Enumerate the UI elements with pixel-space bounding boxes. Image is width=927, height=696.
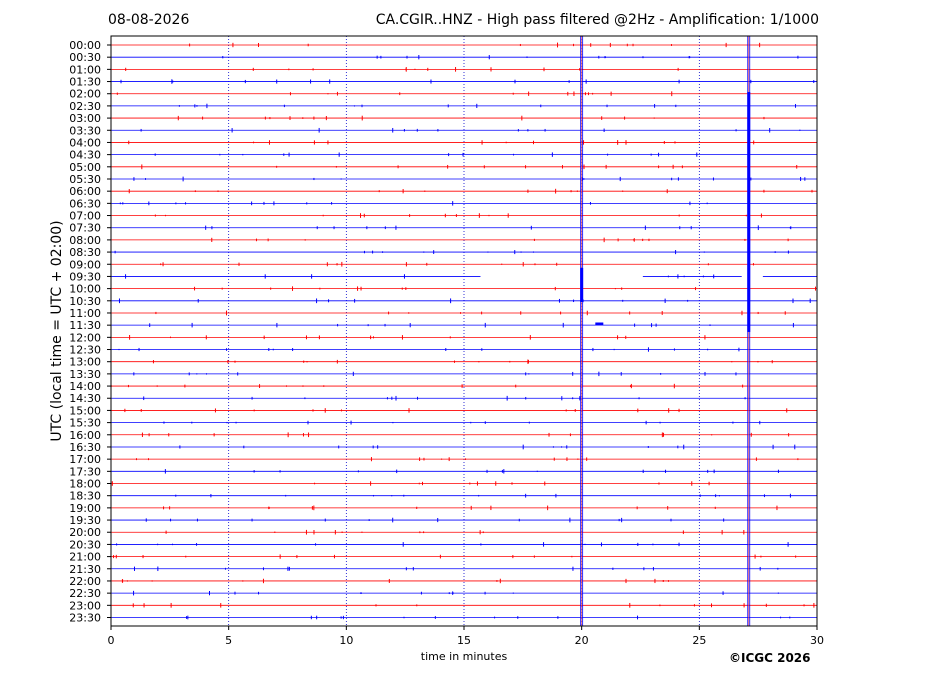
row-label: 07:30 (69, 222, 101, 235)
row-label: 17:30 (69, 465, 101, 478)
row-label: 18:30 (69, 490, 101, 503)
row-label: 11:30 (69, 319, 101, 332)
row-label: 17:00 (69, 453, 101, 466)
row-label: 03:30 (69, 124, 101, 137)
row-label: 09:30 (69, 270, 101, 283)
row-label: 05:00 (69, 161, 101, 174)
row-label: 07:00 (69, 210, 101, 223)
row-label: 04:30 (69, 149, 101, 162)
row-label: 19:30 (69, 514, 101, 527)
row-label: 09:00 (69, 258, 101, 271)
row-label: 16:30 (69, 441, 101, 454)
row-label: 10:00 (69, 283, 101, 296)
row-label: 21:00 (69, 551, 101, 564)
row-label: 22:00 (69, 575, 101, 588)
row-label: 00:30 (69, 51, 101, 64)
row-label: 06:30 (69, 197, 101, 210)
row-label: 02:30 (69, 100, 101, 113)
x-tick-label: 20 (575, 634, 589, 647)
row-label: 01:30 (69, 76, 101, 89)
row-label: 08:30 (69, 246, 101, 259)
x-tick-label: 30 (810, 634, 824, 647)
row-label: 18:00 (69, 478, 101, 491)
x-tick-label: 10 (339, 634, 353, 647)
row-label: 01:00 (69, 63, 101, 76)
x-tick-label: 25 (692, 634, 706, 647)
row-label: 08:00 (69, 234, 101, 247)
row-label: 15:30 (69, 417, 101, 430)
row-label: 20:00 (69, 526, 101, 539)
row-label: 04:00 (69, 136, 101, 149)
row-label: 21:30 (69, 563, 101, 576)
row-label: 15:00 (69, 404, 101, 417)
row-label: 14:30 (69, 392, 101, 405)
row-label: 12:00 (69, 331, 101, 344)
row-label: 00:00 (69, 39, 101, 52)
row-label: 23:30 (69, 612, 101, 625)
row-label: 16:00 (69, 429, 101, 442)
row-label: 02:00 (69, 88, 101, 101)
row-label: 12:30 (69, 344, 101, 357)
row-label: 05:30 (69, 173, 101, 186)
row-label: 06:00 (69, 185, 101, 198)
x-tick-label: 0 (108, 634, 115, 647)
seismogram-chart: 00:0000:3001:0001:3002:0002:3003:0003:30… (69, 35, 824, 647)
row-label: 23:00 (69, 599, 101, 612)
x-tick-label: 15 (457, 634, 471, 647)
row-label: 11:00 (69, 307, 101, 320)
row-label: 19:00 (69, 502, 101, 515)
row-label: 13:30 (69, 368, 101, 381)
row-label: 22:30 (69, 587, 101, 600)
row-label: 10:30 (69, 295, 101, 308)
row-label: 14:00 (69, 380, 101, 393)
row-label: 03:00 (69, 112, 101, 125)
row-label: 13:00 (69, 356, 101, 369)
row-label: 20:30 (69, 538, 101, 551)
x-tick-label: 5 (225, 634, 232, 647)
